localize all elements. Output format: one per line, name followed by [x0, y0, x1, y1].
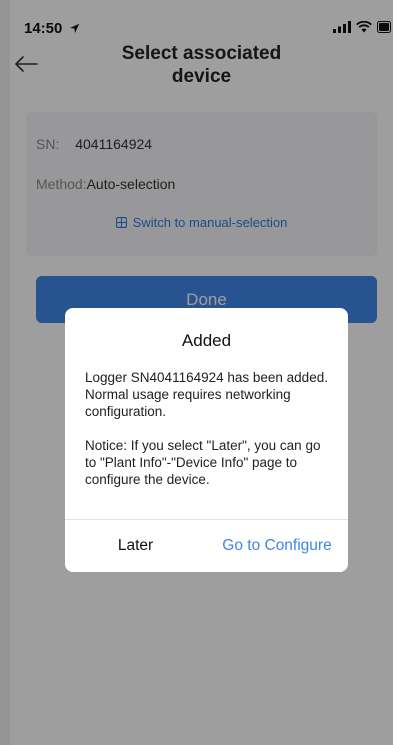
go-to-configure-button[interactable]: Go to Configure	[206, 520, 348, 572]
dialog-body: Logger SN4041164924 has been added. Norm…	[85, 369, 330, 505]
later-button-label: Later	[117, 537, 154, 554]
later-button[interactable]: Later	[65, 520, 206, 572]
dialog-message: Logger SN4041164924 has been added. Norm…	[85, 370, 328, 419]
dialog-title: Added	[181, 331, 232, 350]
dialog-notice: Notice: If you select "Later", you can g…	[85, 438, 321, 487]
added-dialog: Added Logger SN4041164924 has been added…	[65, 308, 348, 572]
go-to-configure-label: Go to Configure	[222, 537, 332, 554]
